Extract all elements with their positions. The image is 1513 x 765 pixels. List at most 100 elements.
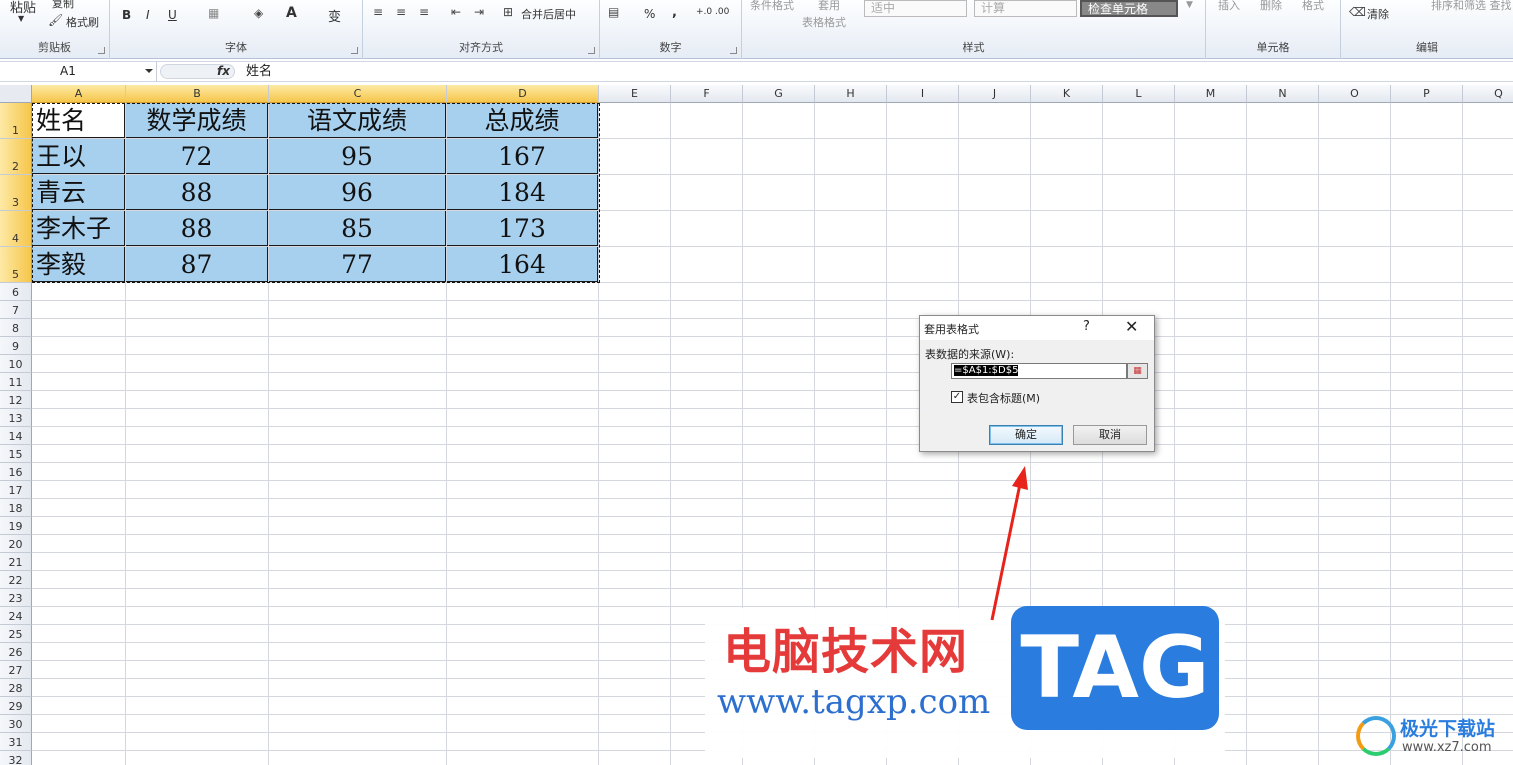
name-box[interactable]: A1 [0,62,157,81]
comma-button[interactable]: , [672,5,677,20]
merge-center-button[interactable]: 合并后居中 [521,6,576,22]
cancel-button[interactable]: 取消 [1073,425,1147,445]
paste-dropdown-icon[interactable]: ▼ [18,14,24,23]
bold-button[interactable]: B [122,8,131,22]
cells-group: 插入 删除 格式 单元格 [1206,0,1341,59]
dialog-launcher-icon[interactable] [588,47,595,54]
align-center-icon[interactable]: ≡ [396,5,406,19]
range-picker-icon[interactable]: ▦ [1127,363,1148,379]
increase-decimal-button[interactable]: +.0 .00 [696,7,729,17]
formula-bar: A1 fx 姓名 [0,61,1513,82]
table-format-button[interactable]: 套用 [818,0,840,13]
site-logo: 极光下载站 www.xz7.com [1352,712,1513,765]
cells-group-label: 单元格 [1256,41,1290,54]
cell-d5[interactable]: 164 [447,247,598,282]
cell-d1[interactable]: 总成绩 [447,103,598,138]
styles-group: 条件格式 套用 表格格式 适中 计算 检查单元格 ▼ 样式 [742,0,1206,59]
merge-center-icon[interactable]: ⊞ [503,5,513,19]
underline-button[interactable]: U [168,8,177,22]
dialog-launcher-icon[interactable] [351,47,358,54]
source-label: 表数据的来源(W): [925,348,1015,361]
has-headers-label[interactable]: 表包含标题(M) [967,390,1040,406]
cell-a1[interactable]: 姓名 [32,103,125,138]
cell-d2[interactable]: 167 [447,139,598,174]
decrease-indent-icon[interactable]: ⇤ [451,5,461,19]
style-calc-cell[interactable]: 计算 [974,0,1077,17]
dialog-launcher-icon[interactable] [730,47,737,54]
ribbon: 粘贴 ▼ 复制 🖌 格式刷 剪贴板 B I U ▦ ◈ A 变 字体 ≡ ≡ ≡… [0,0,1513,59]
format-painter-button[interactable]: 格式刷 [66,14,99,30]
format-button[interactable]: 格式 [1302,0,1324,13]
border-icon[interactable]: ▦ [208,6,219,20]
aurora-logo-icon [1356,716,1396,756]
align-left-icon[interactable]: ≡ [373,5,383,19]
number-group: ▤ % , +.0 .00 数字 [600,0,742,59]
formula-input[interactable]: 姓名 [246,62,272,81]
font-group: B I U ▦ ◈ A 变 字体 [110,0,363,59]
alignment-group: ≡ ≡ ≡ ⇤ ⇥ ⊞ 合并后居中 对齐方式 [363,0,600,59]
cell-c1[interactable]: 语文成绩 [269,103,446,138]
increase-indent-icon[interactable]: ⇥ [474,5,484,19]
style-check-cell[interactable]: 检查单元格 [1080,0,1178,17]
cell-b5[interactable]: 87 [126,247,268,282]
cell-a4[interactable]: 李木子 [32,211,125,246]
close-icon[interactable]: ✕ [1125,317,1138,336]
help-icon[interactable]: ? [1083,319,1090,334]
conditional-format-button[interactable]: 条件格式 [750,0,794,13]
currency-icon[interactable]: ▤ [608,5,619,19]
cell-c4[interactable]: 85 [269,211,446,246]
italic-button[interactable]: I [146,8,150,22]
eraser-icon[interactable]: ⌫ [1349,5,1366,19]
range-value: =$A$1:$D$5 [954,365,1019,376]
number-group-label: 数字 [659,41,682,54]
editing-group-label: 编辑 [1416,41,1438,54]
clear-button[interactable]: 清除 [1367,6,1389,22]
align-right-icon[interactable]: ≡ [419,5,429,19]
cell-a2[interactable]: 王以 [32,139,125,174]
cell-a3[interactable]: 青云 [32,175,125,210]
dialog-titlebar[interactable]: 套用表格式 ? ✕ [920,316,1154,340]
watermark-url: www.tagxp.com [717,682,991,722]
cell-b1[interactable]: 数学成绩 [126,103,268,138]
percent-button[interactable]: % [644,7,655,21]
clipboard-group-label: 剪贴板 [38,41,71,54]
cell-d4[interactable]: 173 [447,211,598,246]
sort-filter-button[interactable]: 排序和筛选 查找 [1431,0,1512,13]
editing-group: ⌫ 清除 排序和筛选 查找 编辑 [1341,0,1513,59]
phonetic-button[interactable]: 变 [328,6,341,25]
format-as-table-dialog: 套用表格式 ? ✕ 表数据的来源(W): =$A$1:$D$5 ▦ ✓ 表包含标… [919,315,1155,452]
styles-more-icon[interactable]: ▼ [1186,0,1193,10]
format-painter-icon: 🖌 [48,13,64,27]
font-group-label: 字体 [225,41,247,54]
cell-d3[interactable]: 184 [447,175,598,210]
dialog-title: 套用表格式 [924,323,979,336]
dialog-launcher-icon[interactable] [98,47,105,54]
insert-button[interactable]: 插入 [1218,0,1240,13]
clipboard-group: 粘贴 ▼ 复制 🖌 格式刷 剪贴板 [0,0,110,59]
watermark: 电脑技术网 www.tagxp.com TAG [705,606,1225,758]
cell-b2[interactable]: 72 [126,139,268,174]
styles-group-label: 样式 [962,41,985,54]
range-input[interactable]: =$A$1:$D$5 [951,363,1127,379]
style-neutral-cell[interactable]: 适中 [864,0,967,17]
delete-button[interactable]: 删除 [1260,0,1282,13]
watermark-cn-text: 电脑技术网 [723,624,969,680]
chevron-down-icon[interactable] [145,69,153,73]
insert-function-icon[interactable]: fx [217,62,230,81]
tag-logo: TAG [1011,606,1219,730]
cell-b4[interactable]: 88 [126,211,268,246]
cell-c2[interactable]: 95 [269,139,446,174]
site-logo-url: www.xz7.com [1402,740,1492,755]
cell-b3[interactable]: 88 [126,175,268,210]
copy-button[interactable]: 复制 [52,0,74,11]
table-format-label[interactable]: 表格格式 [802,14,846,30]
cell-c5[interactable]: 77 [269,247,446,282]
ok-button[interactable]: 确定 [989,425,1063,445]
site-logo-name: 极光下载站 [1400,718,1496,740]
has-headers-checkbox[interactable]: ✓ [951,391,963,403]
font-color-button[interactable]: A [286,5,297,21]
alignment-group-label: 对齐方式 [459,41,503,54]
cell-c3[interactable]: 96 [269,175,446,210]
cell-a5[interactable]: 李毅 [32,247,125,282]
fill-color-icon[interactable]: ◈ [254,6,263,20]
